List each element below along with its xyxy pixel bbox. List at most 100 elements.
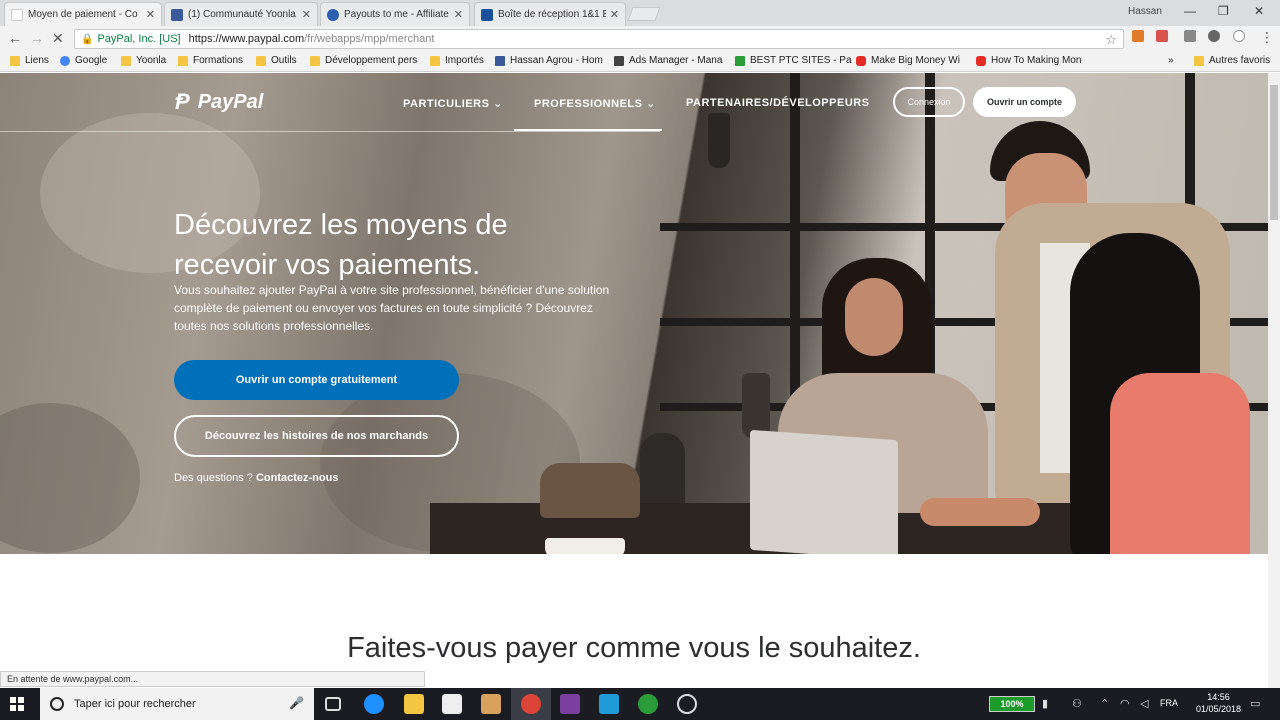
bookmark-item[interactable]: Yoonla — [121, 55, 166, 66]
page-title: Découvrez les moyens de recevoir vos pai… — [174, 209, 508, 281]
close-icon[interactable]: ✕ — [454, 8, 463, 21]
extension-icon[interactable] — [1208, 30, 1220, 42]
close-icon[interactable]: ✕ — [610, 8, 619, 21]
extension-icon[interactable] — [1233, 30, 1245, 42]
logo-text: PayPal — [197, 90, 264, 113]
bookmark-item[interactable]: Importés — [430, 55, 484, 66]
minimize-icon[interactable]: — — [1184, 4, 1196, 18]
extension-icon[interactable] — [1184, 30, 1196, 42]
nav-active-indicator — [514, 129, 662, 131]
nav-partenaires[interactable]: PARTENAIRES/DÉVELOPPEURS — [686, 97, 870, 109]
close-icon[interactable]: ✕ — [146, 8, 155, 21]
bookmark-label: How To Making Mon — [991, 55, 1082, 66]
tab-title: Payouts to me - Affiliate — [344, 9, 449, 20]
forward-icon[interactable]: → — [30, 30, 44, 46]
bookmark-label: Formations — [193, 55, 244, 66]
bookmark-item[interactable]: Hassan Agrou - Hom — [495, 55, 603, 66]
chevron-up-icon[interactable]: ⌃ — [1100, 697, 1109, 710]
cup — [545, 538, 625, 554]
tab-boite-reception[interactable]: Boîte de réception 1&1 E ✕ — [474, 2, 626, 26]
stop-icon[interactable]: ✕ — [52, 30, 64, 47]
chevron-right-icon: » — [1168, 55, 1174, 66]
file-explorer-icon[interactable] — [404, 694, 424, 714]
back-icon[interactable]: ← — [8, 30, 22, 46]
open-account-free-button[interactable]: Ouvrir un compte gratuitement — [174, 360, 459, 400]
bookmark-item[interactable]: Développement pers — [310, 55, 417, 66]
tab-title: (1) Communauté Yoonla — [188, 9, 296, 20]
profile-name[interactable]: Hassan — [1128, 6, 1162, 17]
contact-link[interactable]: Contactez-nous — [256, 472, 339, 484]
tab-title: Moyen de paiement - Co — [28, 9, 138, 20]
bookmark-item[interactable]: BEST PTC SITES - Pa — [735, 55, 852, 66]
volume-icon[interactable]: ◁ — [1140, 697, 1148, 710]
cortana-icon — [50, 697, 64, 711]
bookmarks-overflow[interactable]: » — [1168, 55, 1174, 66]
bookmark-item[interactable]: Liens — [10, 55, 49, 66]
url-path: /fr/webapps/mpp/merchant — [304, 33, 435, 45]
ev-certificate-label[interactable]: PayPal, Inc. [US] — [97, 33, 180, 45]
ptc-icon — [735, 55, 745, 66]
nav-particuliers[interactable]: PARTICULIERS ⌄ — [403, 97, 503, 110]
battery-indicator[interactable]: 100% — [989, 696, 1035, 712]
close-window-icon[interactable]: ✕ — [1254, 4, 1264, 18]
people-icon[interactable]: ⚇ — [1072, 697, 1082, 710]
connexion-button[interactable]: Connexion — [893, 87, 965, 117]
onenote-icon[interactable] — [560, 694, 580, 714]
close-icon[interactable]: ✕ — [302, 8, 311, 21]
bookmark-label: Outils — [271, 55, 297, 66]
chrome-icon[interactable] — [521, 694, 541, 714]
bookmarks-bar: Liens Google Yoonla Formations Outils Dé… — [0, 52, 1280, 72]
store-icon[interactable] — [442, 694, 462, 714]
bookmark-item[interactable]: Outils — [256, 55, 297, 66]
taskbar-search[interactable]: Taper ici pour rechercher 🎤 — [40, 688, 314, 720]
app-l-icon[interactable] — [599, 694, 619, 714]
app-icon[interactable] — [677, 694, 697, 714]
open-account-button[interactable]: Ouvrir un compte — [973, 87, 1076, 117]
input-language[interactable]: FRA — [1160, 698, 1178, 708]
clock[interactable]: 14:56 01/05/2018 — [1196, 691, 1241, 715]
microphone-icon[interactable]: 🎤 — [289, 696, 304, 710]
chevron-down-icon: ⌄ — [646, 98, 656, 110]
folder-icon — [310, 55, 320, 66]
bookmark-item[interactable]: Formations — [178, 55, 243, 66]
tab-title: Boîte de réception 1&1 E — [498, 9, 606, 20]
folder-icon — [430, 55, 440, 66]
bookmark-item[interactable]: Google — [60, 55, 107, 66]
app-icon[interactable] — [638, 694, 658, 714]
status-bar: En attente de www.paypal.com... — [0, 671, 425, 687]
notifications-icon[interactable]: ▭ — [1250, 697, 1260, 710]
chevron-down-icon: ⌄ — [493, 98, 503, 110]
windows-start-icon[interactable] — [10, 697, 24, 711]
tray-icon[interactable]: ▮ — [1042, 697, 1048, 710]
paypal-logo[interactable]: Ᵽ PayPal — [175, 89, 263, 115]
tab-moyen-de-paiement[interactable]: Moyen de paiement - Co ✕ — [4, 2, 162, 26]
other-bookmarks[interactable]: Autres favoris — [1194, 55, 1270, 66]
ads-icon — [614, 55, 624, 66]
person-arm — [920, 498, 1040, 526]
bookmark-item[interactable]: Ads Manager - Mana — [614, 55, 722, 66]
folder-icon — [1194, 55, 1204, 66]
bookmark-star-icon[interactable]: ☆ — [1105, 32, 1117, 48]
maximize-icon[interactable]: ❐ — [1218, 4, 1229, 18]
edge-icon[interactable] — [364, 694, 384, 714]
scrollbar-thumb[interactable] — [1270, 85, 1278, 220]
header-divider — [0, 131, 660, 132]
task-view-icon[interactable] — [325, 697, 341, 711]
nav-professionnels[interactable]: PROFESSIONNELS ⌄ — [534, 97, 656, 110]
merchant-stories-button[interactable]: Découvrez les histoires de nos marchands — [174, 415, 459, 457]
new-tab-button[interactable] — [627, 7, 661, 21]
tab-communaute-yoonla[interactable]: (1) Communauté Yoonla ✕ — [164, 2, 318, 26]
download-icon[interactable] — [1132, 30, 1144, 42]
person-sweater — [1110, 373, 1250, 554]
app-icon[interactable] — [481, 694, 501, 714]
affiliate-icon — [327, 8, 339, 21]
bookmark-item[interactable]: How To Making Mon — [976, 55, 1081, 66]
nav-label: PARTENAIRES/DÉVELOPPEURS — [686, 97, 870, 109]
bookmark-item[interactable]: Make Big Money Wi — [856, 55, 960, 66]
menu-icon[interactable]: ⋮ — [1260, 29, 1274, 46]
folder-icon — [121, 55, 131, 66]
address-bar[interactable]: 🔒 PayPal, Inc. [US] https://www.paypal.c… — [74, 29, 1124, 49]
network-icon[interactable]: ◠ — [1120, 697, 1130, 710]
tab-payouts[interactable]: Payouts to me - Affiliate ✕ — [320, 2, 470, 26]
extension-icon[interactable] — [1156, 30, 1168, 42]
